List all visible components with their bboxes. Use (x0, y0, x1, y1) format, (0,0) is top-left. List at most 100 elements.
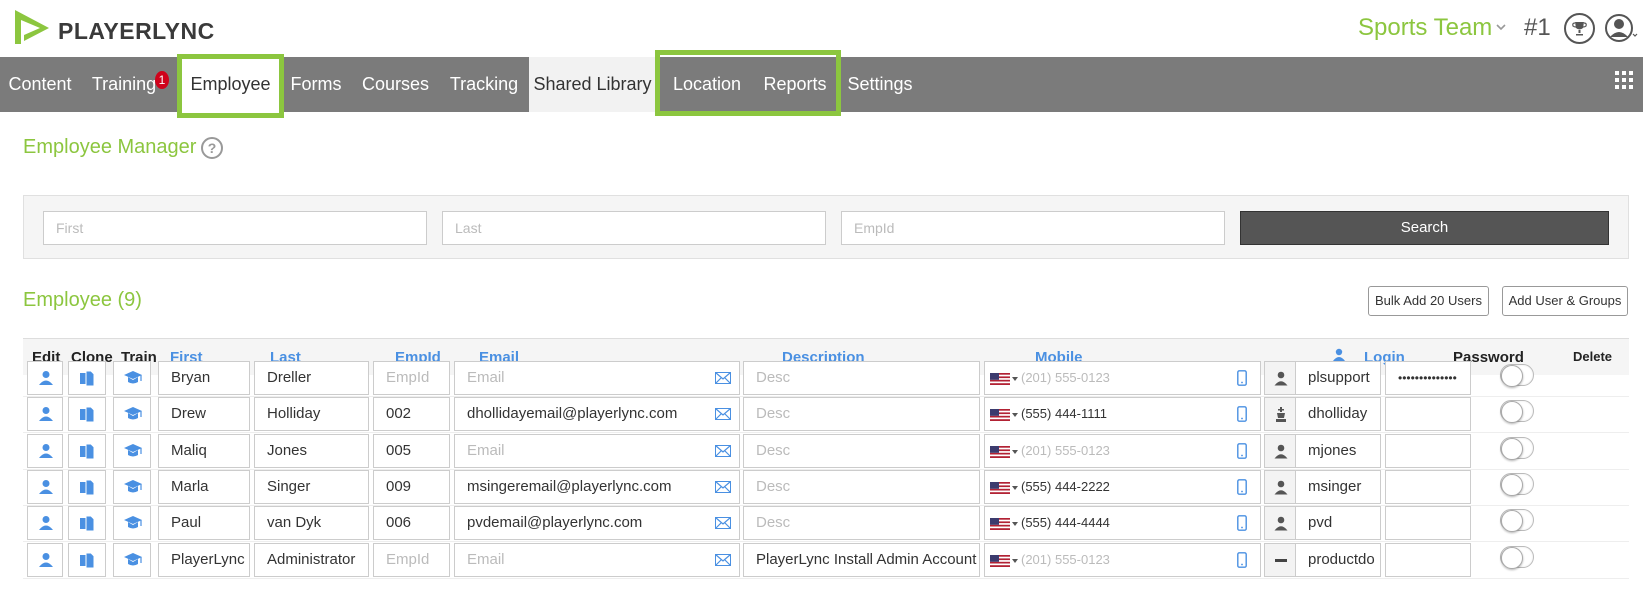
last-name-field[interactable]: Singer (254, 469, 369, 504)
help-icon[interactable]: ? (201, 137, 223, 159)
first-name-field[interactable]: Maliq (158, 433, 250, 468)
empid-field[interactable]: 002 (373, 397, 450, 432)
email-field[interactable]: dhollidayemail@playerlync.com (454, 397, 707, 432)
login-field[interactable]: msinger (1295, 469, 1381, 504)
send-email-icon[interactable] (706, 469, 740, 504)
send-email-icon[interactable] (706, 542, 740, 577)
first-name-field[interactable]: PlayerLync (158, 542, 250, 577)
mobile-field[interactable]: (201) 555-0123 (984, 433, 1226, 468)
password-field[interactable]: •••••••••••••• (1385, 361, 1471, 395)
email-field[interactable]: Email (454, 542, 707, 577)
edit-user-icon[interactable] (27, 542, 63, 577)
clone-user-icon[interactable] (68, 361, 106, 395)
password-field[interactable] (1385, 397, 1471, 432)
login-field[interactable]: pvd (1295, 506, 1381, 541)
login-field[interactable]: dholliday (1295, 397, 1381, 432)
train-user-icon[interactable] (113, 469, 151, 504)
apps-grid-icon[interactable] (1615, 71, 1633, 89)
team-selector[interactable]: Sports Team (1358, 14, 1492, 42)
empid-field[interactable]: EmpId (373, 542, 450, 577)
search-last-input[interactable]: Last (442, 211, 826, 245)
edit-user-icon[interactable] (27, 361, 63, 395)
mobile-phone-icon[interactable] (1225, 397, 1261, 432)
add-user-groups-button[interactable]: Add User & Groups (1502, 286, 1628, 316)
clone-user-icon[interactable] (68, 542, 106, 577)
nav-shared-library[interactable]: Shared Library (529, 57, 656, 112)
edit-user-icon[interactable] (27, 506, 63, 541)
train-user-icon[interactable] (113, 433, 151, 468)
mobile-phone-icon[interactable] (1225, 506, 1261, 541)
email-field[interactable]: msingeremail@playerlync.com (454, 469, 707, 504)
last-name-field[interactable]: Holliday (254, 397, 369, 432)
email-field[interactable]: Email (454, 433, 707, 468)
delete-toggle[interactable] (1500, 400, 1534, 424)
first-name-field[interactable]: Drew (158, 397, 250, 432)
clone-user-icon[interactable] (68, 506, 106, 541)
description-field[interactable]: Desc (743, 397, 980, 432)
mobile-phone-icon[interactable] (1225, 433, 1261, 468)
last-name-field[interactable]: Administrator (254, 542, 369, 577)
password-field[interactable] (1385, 469, 1471, 504)
empid-field[interactable]: 006 (373, 506, 450, 541)
delete-toggle[interactable] (1500, 436, 1534, 460)
description-field[interactable]: Desc (743, 361, 980, 395)
person-icon[interactable] (1264, 433, 1296, 468)
train-user-icon[interactable] (113, 397, 151, 432)
nav-tracking[interactable]: Tracking (444, 57, 524, 112)
delete-toggle[interactable] (1500, 509, 1534, 533)
nav-forms[interactable]: Forms (283, 57, 349, 112)
chess-king-icon[interactable] (1264, 397, 1296, 432)
password-field[interactable] (1385, 542, 1471, 577)
email-field[interactable]: Email (454, 361, 707, 395)
edit-user-icon[interactable] (27, 397, 63, 432)
search-first-input[interactable]: First (43, 211, 427, 245)
clone-user-icon[interactable] (68, 433, 106, 468)
nav-courses[interactable]: Courses (357, 57, 434, 112)
chevron-down-icon[interactable] (1494, 20, 1508, 34)
first-name-field[interactable]: Bryan (158, 361, 250, 395)
edit-user-icon[interactable] (27, 469, 63, 504)
search-button[interactable]: Search (1240, 211, 1609, 245)
delete-toggle[interactable] (1500, 545, 1534, 569)
mobile-phone-icon[interactable] (1225, 542, 1261, 577)
mobile-phone-icon[interactable] (1225, 469, 1261, 504)
description-field[interactable]: Desc (743, 506, 980, 541)
empid-field[interactable]: EmpId (373, 361, 450, 395)
clone-user-icon[interactable] (68, 397, 106, 432)
last-name-field[interactable]: Dreller (254, 361, 369, 395)
send-email-icon[interactable] (706, 397, 740, 432)
mobile-field[interactable]: (555) 444-1111 (984, 397, 1226, 432)
empid-field[interactable]: 009 (373, 469, 450, 504)
empid-field[interactable]: 005 (373, 433, 450, 468)
password-field[interactable] (1385, 506, 1471, 541)
edit-user-icon[interactable] (27, 433, 63, 468)
train-user-icon[interactable] (113, 506, 151, 541)
last-name-field[interactable]: van Dyk (254, 506, 369, 541)
email-field[interactable]: pvdemail@playerlync.com (454, 506, 707, 541)
playerlync-logo[interactable]: PLAYERLYNC (12, 8, 222, 50)
person-icon[interactable] (1264, 361, 1296, 395)
train-user-icon[interactable] (113, 542, 151, 577)
mobile-field[interactable]: (201) 555-0123 (984, 361, 1226, 395)
login-field[interactable]: mjones (1295, 433, 1381, 468)
send-email-icon[interactable] (706, 433, 740, 468)
description-field[interactable]: Desc (743, 469, 980, 504)
last-name-field[interactable]: Jones (254, 433, 369, 468)
person-icon[interactable] (1264, 506, 1296, 541)
user-avatar-icon[interactable] (1605, 12, 1638, 45)
send-email-icon[interactable] (706, 506, 740, 541)
password-field[interactable] (1385, 433, 1471, 468)
description-field[interactable]: PlayerLync Install Admin Account (743, 542, 980, 577)
mobile-field[interactable]: (555) 444-2222 (984, 469, 1226, 504)
nav-settings[interactable]: Settings (845, 57, 915, 112)
mobile-field[interactable]: (201) 555-0123 (984, 542, 1226, 577)
login-field[interactable]: plsupport (1295, 361, 1381, 395)
mobile-field[interactable]: (555) 444-4444 (984, 506, 1226, 541)
delete-toggle[interactable] (1500, 364, 1534, 387)
nav-training[interactable]: Training (83, 57, 165, 112)
bulk-add-users-button[interactable]: Bulk Add 20 Users (1368, 286, 1489, 316)
first-name-field[interactable]: Marla (158, 469, 250, 504)
mobile-phone-icon[interactable] (1225, 361, 1261, 395)
send-email-icon[interactable] (706, 361, 740, 395)
trophy-icon[interactable] (1564, 13, 1595, 44)
